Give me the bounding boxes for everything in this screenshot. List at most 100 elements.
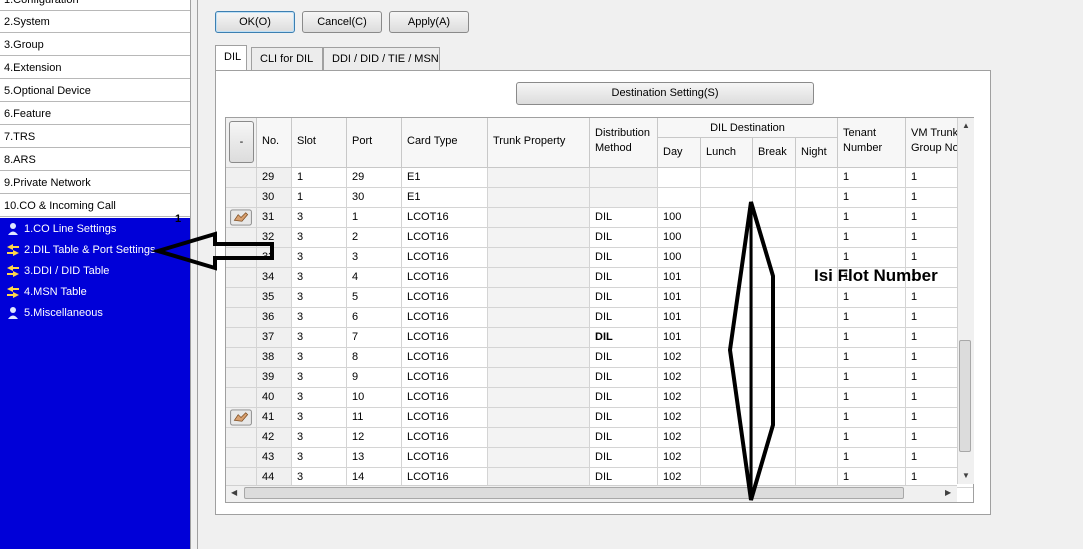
no-cell[interactable]: 29 <box>257 168 292 188</box>
nav-item-configuration[interactable]: 1.Configuration <box>0 0 190 11</box>
trunk-property-cell[interactable] <box>488 288 590 308</box>
nav-item-extension[interactable]: 4.Extension <box>0 57 190 79</box>
trunk-property-cell[interactable] <box>488 248 590 268</box>
row-header[interactable] <box>226 428 257 448</box>
method-cell[interactable]: DIL <box>590 288 658 308</box>
card-cell[interactable]: LCOT16 <box>402 328 488 348</box>
break-cell[interactable] <box>753 228 796 248</box>
port-cell[interactable]: 6 <box>347 308 402 328</box>
no-cell[interactable]: 37 <box>257 328 292 348</box>
no-cell[interactable]: 43 <box>257 448 292 468</box>
night-cell[interactable] <box>796 428 838 448</box>
card-cell[interactable]: LCOT16 <box>402 348 488 368</box>
port-cell[interactable]: 1 <box>347 208 402 228</box>
break-cell[interactable] <box>753 448 796 468</box>
tab-dil[interactable]: DIL <box>215 45 247 70</box>
no-cell[interactable]: 30 <box>257 188 292 208</box>
lunch-cell[interactable] <box>701 268 753 288</box>
row-header[interactable] <box>226 408 257 428</box>
row-header[interactable] <box>226 288 257 308</box>
slot-cell[interactable]: 3 <box>292 448 347 468</box>
scroll-down-icon[interactable]: ▼ <box>962 471 970 480</box>
tenant-cell[interactable]: 1 <box>838 328 906 348</box>
lunch-cell[interactable] <box>701 168 753 188</box>
tenant-cell[interactable]: 1 <box>838 368 906 388</box>
tenant-cell[interactable]: 1 <box>838 348 906 368</box>
row-header[interactable] <box>226 448 257 468</box>
nav-item-private-network[interactable]: 9.Private Network <box>0 172 190 194</box>
slot-cell[interactable]: 3 <box>292 348 347 368</box>
lunch-cell[interactable] <box>701 288 753 308</box>
day-cell[interactable]: 101 <box>658 288 701 308</box>
tenant-cell[interactable]: 1 <box>838 308 906 328</box>
method-cell[interactable]: DIL <box>590 308 658 328</box>
break-cell[interactable] <box>753 208 796 228</box>
day-cell[interactable] <box>658 168 701 188</box>
no-cell[interactable]: 42 <box>257 428 292 448</box>
night-cell[interactable] <box>796 208 838 228</box>
destination-setting-button[interactable]: Destination Setting(S) <box>516 82 814 105</box>
port-cell[interactable]: 12 <box>347 428 402 448</box>
no-cell[interactable]: 31 <box>257 208 292 228</box>
port-cell[interactable]: 29 <box>347 168 402 188</box>
row-header[interactable] <box>226 308 257 328</box>
slot-cell[interactable]: 3 <box>292 388 347 408</box>
lunch-cell[interactable] <box>701 328 753 348</box>
card-cell[interactable]: LCOT16 <box>402 388 488 408</box>
no-cell[interactable]: 32 <box>257 228 292 248</box>
row-header[interactable] <box>226 268 257 288</box>
slot-cell[interactable]: 3 <box>292 308 347 328</box>
trunk-property-cell[interactable] <box>488 188 590 208</box>
slot-cell[interactable]: 3 <box>292 268 347 288</box>
slot-cell[interactable]: 3 <box>292 288 347 308</box>
horizontal-scroll-thumb[interactable] <box>244 487 904 499</box>
port-cell[interactable]: 13 <box>347 448 402 468</box>
nav-item-co-incoming-call[interactable]: 10.CO & Incoming Call <box>0 195 190 217</box>
slot-cell[interactable]: 3 <box>292 228 347 248</box>
night-cell[interactable] <box>796 448 838 468</box>
vertical-scroll-thumb[interactable] <box>959 340 971 452</box>
port-cell[interactable]: 8 <box>347 348 402 368</box>
trunk-property-cell[interactable] <box>488 448 590 468</box>
break-cell[interactable] <box>753 428 796 448</box>
night-cell[interactable] <box>796 248 838 268</box>
scroll-right-icon[interactable]: ▶ <box>945 488 951 497</box>
tenant-cell[interactable]: 1 <box>838 288 906 308</box>
lunch-cell[interactable] <box>701 388 753 408</box>
day-cell[interactable]: 102 <box>658 368 701 388</box>
trunk-property-cell[interactable] <box>488 268 590 288</box>
row-header[interactable] <box>226 328 257 348</box>
break-cell[interactable] <box>753 348 796 368</box>
trunk-property-cell[interactable] <box>488 208 590 228</box>
break-cell[interactable] <box>753 408 796 428</box>
no-cell[interactable]: 36 <box>257 308 292 328</box>
lunch-cell[interactable] <box>701 428 753 448</box>
port-cell[interactable]: 10 <box>347 388 402 408</box>
break-cell[interactable] <box>753 168 796 188</box>
card-cell[interactable]: E1 <box>402 188 488 208</box>
night-cell[interactable] <box>796 228 838 248</box>
tab-ddi-did-tie-msn[interactable]: DDI / DID / TIE / MSN <box>323 47 440 70</box>
break-cell[interactable] <box>753 308 796 328</box>
day-cell[interactable]: 101 <box>658 308 701 328</box>
day-cell[interactable]: 102 <box>658 408 701 428</box>
method-cell[interactable]: DIL <box>590 248 658 268</box>
subnav-item-ddi-did-table[interactable]: 3.DDI / DID Table <box>6 261 109 281</box>
trunk-property-cell[interactable] <box>488 428 590 448</box>
slot-cell[interactable]: 3 <box>292 428 347 448</box>
day-cell[interactable]: 100 <box>658 248 701 268</box>
break-cell[interactable] <box>753 248 796 268</box>
subnav-item-dil-table-port-settings[interactable]: 2.DIL Table & Port Settings <box>6 240 155 260</box>
card-cell[interactable]: LCOT16 <box>402 208 488 228</box>
card-cell[interactable]: LCOT16 <box>402 288 488 308</box>
no-cell[interactable]: 35 <box>257 288 292 308</box>
subnav-item-msn-table[interactable]: 4.MSN Table <box>6 282 87 302</box>
nav-item-optional-device[interactable]: 5.Optional Device <box>0 80 190 102</box>
lunch-cell[interactable] <box>701 228 753 248</box>
trunk-property-cell[interactable] <box>488 328 590 348</box>
trunk-property-cell[interactable] <box>488 388 590 408</box>
lunch-cell[interactable] <box>701 408 753 428</box>
night-cell[interactable] <box>796 308 838 328</box>
tenant-cell[interactable]: 1 <box>838 388 906 408</box>
port-cell[interactable]: 11 <box>347 408 402 428</box>
